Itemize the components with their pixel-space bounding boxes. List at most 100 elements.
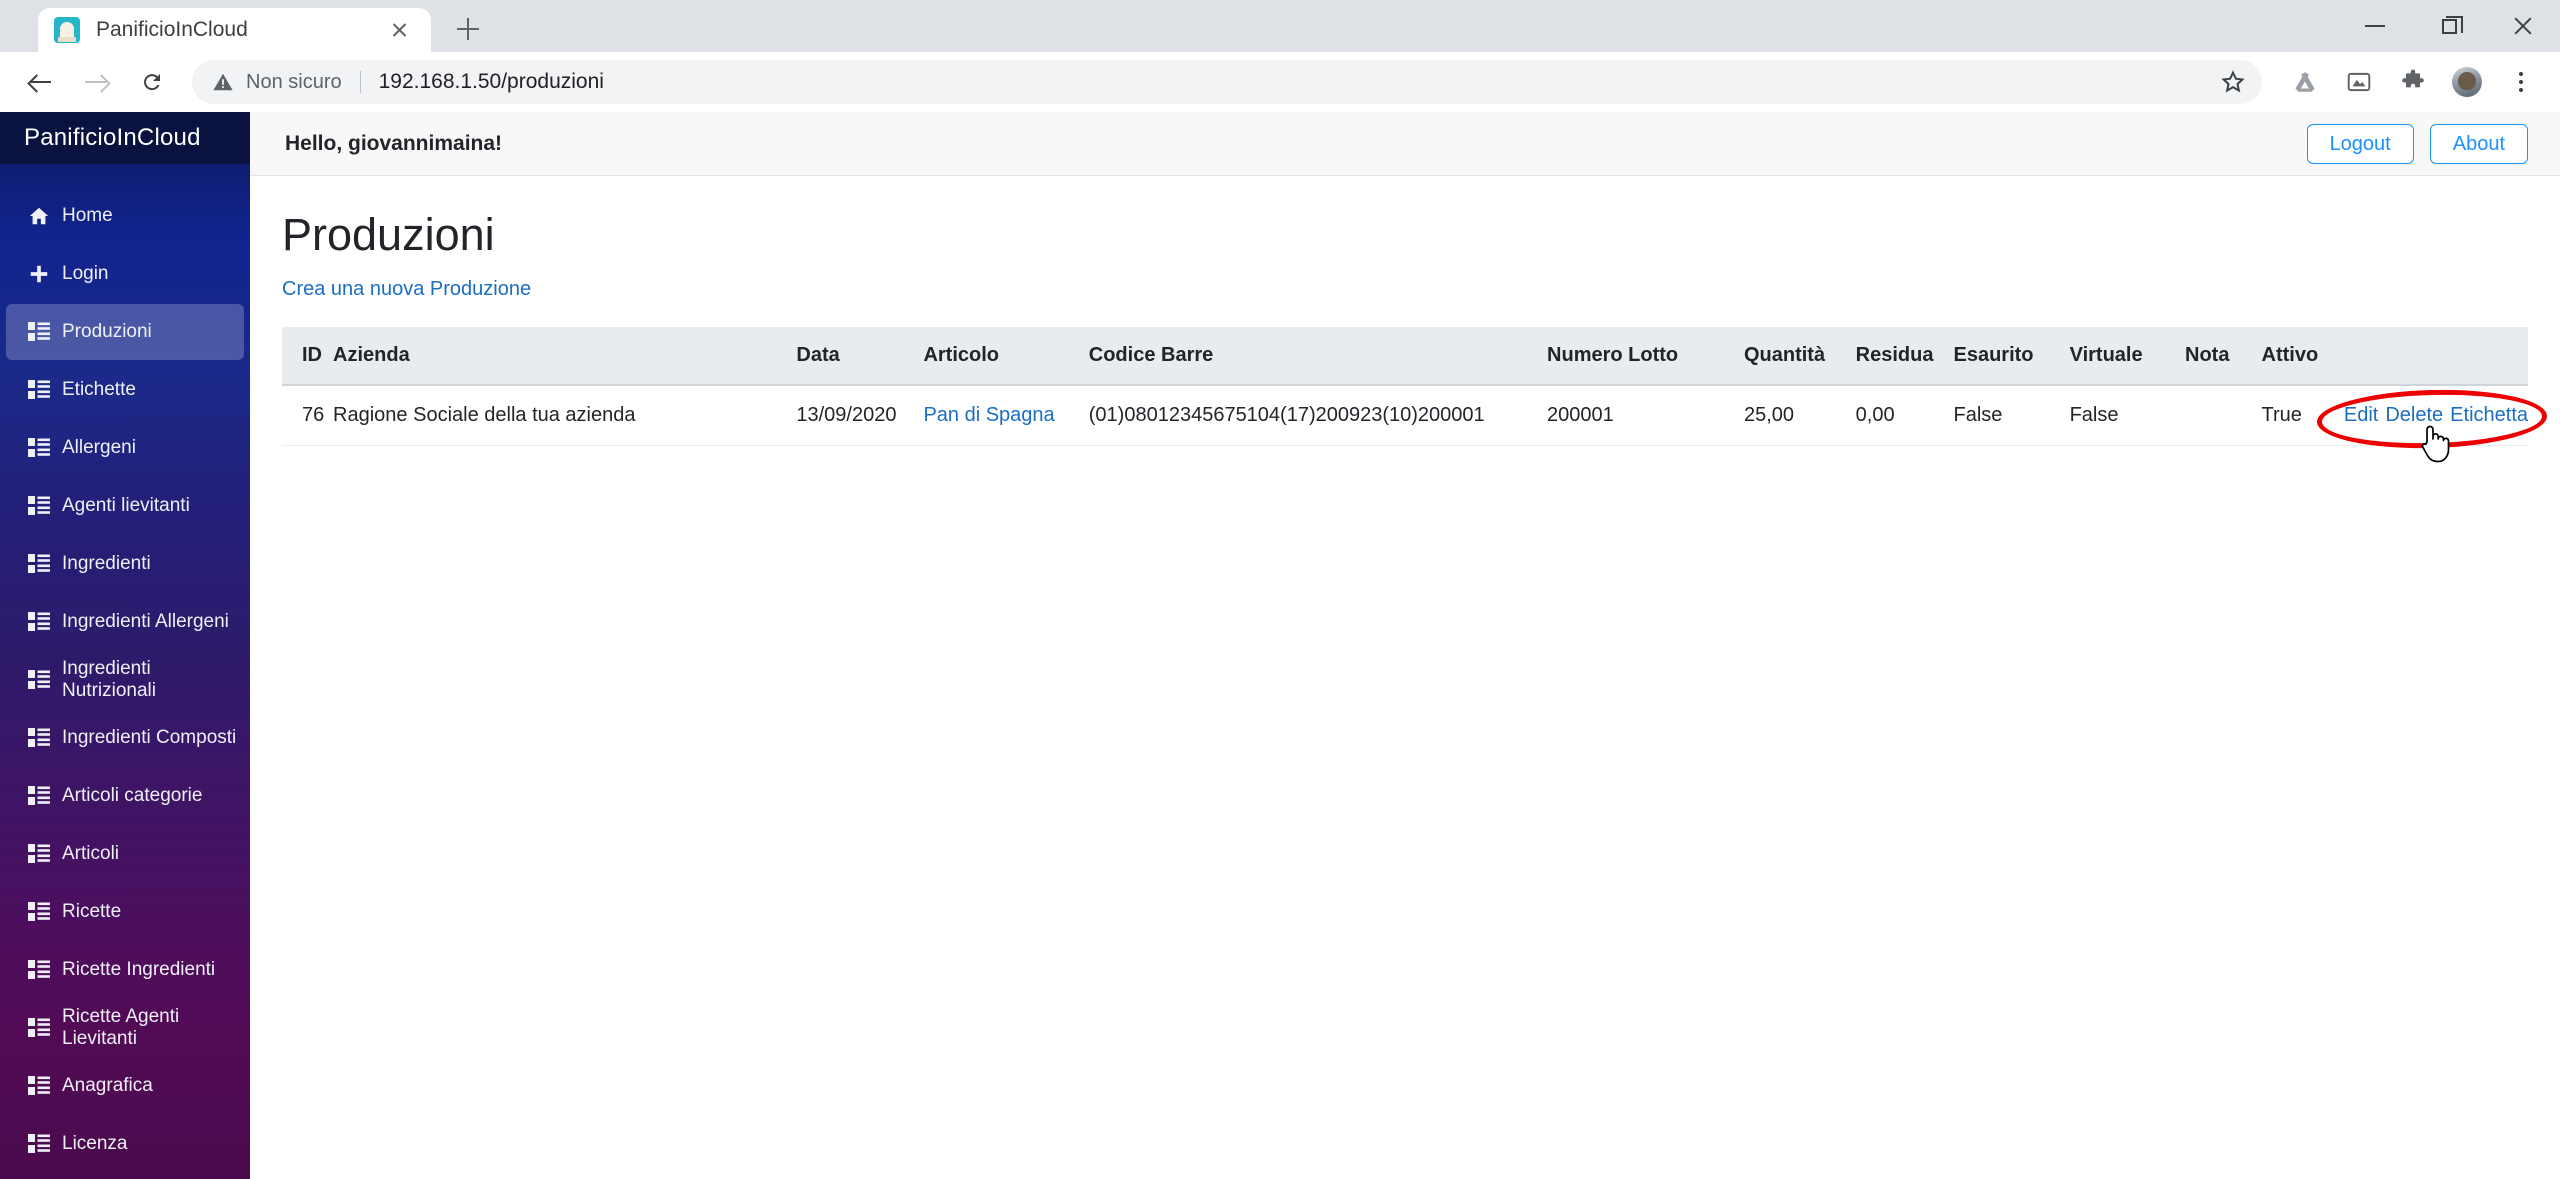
sidebar-item-allergeni[interactable]: Allergeni <box>6 420 244 476</box>
table-header: ID Azienda Data Articolo Codice Barre Numero … <box>282 326 2528 386</box>
list-icon <box>28 786 62 806</box>
list-icon <box>28 844 62 864</box>
column-header: Numero Lotto <box>1547 326 1744 386</box>
sidebar-item-licenza[interactable]: Licenza <box>6 1116 244 1172</box>
sidebar-item-articoli-categorie[interactable]: Articoli categorie <box>6 768 244 824</box>
sidebar-item-anagrafica[interactable]: Anagrafica <box>6 1058 244 1114</box>
sidebar-item-articoli[interactable]: Articoli <box>6 826 244 882</box>
extensions-puzzle-icon[interactable] <box>2388 57 2438 107</box>
list-icon <box>28 380 62 400</box>
column-header: ID <box>282 326 334 386</box>
list-icon <box>28 1018 62 1038</box>
cell-id: 76 <box>282 384 334 446</box>
cell-articolo: Pan di Spagna <box>923 384 1089 446</box>
sidebar-item-etichette[interactable]: Etichette <box>6 362 244 418</box>
cell-numero-lotto: 200001 <box>1547 384 1744 446</box>
list-icon <box>28 670 62 690</box>
content-area: Hello, giovannimaina! Logout About Produ… <box>250 112 2560 1179</box>
sidebar-item-ricette-agenti-lievitanti[interactable]: Ricette Agenti Lievitanti <box>6 1000 244 1056</box>
sidebar-item-ingredienti-nutrizionali[interactable]: Ingredienti Nutrizionali <box>6 652 244 708</box>
window-controls <box>2338 0 2560 52</box>
sidebar-item-ingredienti[interactable]: Ingredienti <box>6 536 244 592</box>
table-body: 76 Ragione Sociale della tua azienda 13/09… <box>282 384 2528 446</box>
logout-button[interactable]: Logout <box>2306 123 2414 164</box>
cell-codice-barre: (01)08012345675104(17)200923(10)200001 <box>1088 384 1548 446</box>
column-header: Codice Barre <box>1088 326 1548 386</box>
cell-virtuale: False <box>2069 384 2186 446</box>
toolbar-icon-group <box>2276 57 2546 107</box>
sidebar-item-agenti-lievitanti[interactable]: Agenti lievitanti <box>6 478 244 534</box>
sidebar-item-label: Home <box>62 205 113 226</box>
forward-button[interactable] <box>70 56 122 108</box>
profile-avatar[interactable] <box>2442 57 2492 107</box>
new-tab-button[interactable] <box>445 6 491 52</box>
chrome-menu-icon[interactable] <box>2496 57 2546 107</box>
topbar-actions: Logout About <box>2306 123 2528 164</box>
page-body: Produzioni Crea una nuova Produzione ID A… <box>250 176 2560 446</box>
list-icon <box>28 322 62 342</box>
column-header: Virtuale <box>2069 326 2186 386</box>
arrow-left-icon <box>29 71 51 93</box>
sidebar-item-ingredienti-composti[interactable]: Ingredienti Composti <box>6 710 244 766</box>
sidebar-item-amministrazione[interactable]: Amministrazione <box>6 1174 244 1179</box>
restore-button[interactable] <box>2412 0 2486 52</box>
list-icon <box>28 1076 62 1096</box>
column-header: Quantità <box>1743 326 1856 386</box>
articolo-link[interactable]: Pan di Spagna <box>923 404 1054 426</box>
google-drive-icon[interactable] <box>2280 57 2330 107</box>
omnibox-divider <box>359 71 361 93</box>
sidebar-item-label: Allergeni <box>62 437 136 458</box>
column-header: Articolo <box>923 326 1089 386</box>
sidebar-item-label: Etichette <box>62 379 136 400</box>
sidebar-item-label: Login <box>62 263 109 284</box>
app-brand[interactable]: PanificioInCloud <box>0 112 250 164</box>
sidebar-item-ricette-ingredienti[interactable]: Ricette Ingredienti <box>6 942 244 998</box>
sidebar-item-login[interactable]: Login <box>6 246 244 302</box>
list-icon <box>28 960 62 980</box>
sidebar-item-home[interactable]: Home <box>6 188 244 244</box>
sidebar-item-label: Ingredienti Composti <box>62 727 237 748</box>
security-label: Non sicuro <box>246 70 342 93</box>
chef-icon <box>54 17 80 43</box>
browser-tab[interactable]: PanificioInCloud <box>38 8 431 52</box>
sidebar-nav-list: Home Login Produzioni Etichette Allergeni Age… <box>0 164 250 1179</box>
page-title: Produzioni <box>282 209 495 260</box>
list-icon <box>28 902 62 922</box>
sidebar-item-label: Ricette Agenti Lievitanti <box>62 1006 180 1049</box>
column-header: Nota <box>2185 326 2262 386</box>
star-icon[interactable] <box>2218 67 2248 97</box>
cell-esaurito: False <box>1953 384 2070 446</box>
produzioni-table: ID Azienda Data Articolo Codice Barre Numero … <box>282 326 2528 446</box>
close-icon[interactable] <box>385 15 415 45</box>
cell-data: 13/09/2020 <box>796 384 924 446</box>
list-icon <box>28 612 62 632</box>
reload-icon <box>144 74 160 91</box>
page-viewport: PanificioInCloud Home Login Produzioni Etic… <box>0 112 2560 1179</box>
url-text: 192.168.1.50/produzioni <box>378 70 604 93</box>
etichetta-link[interactable]: Etichetta <box>2450 404 2528 426</box>
sidebar-item-ingredienti-allergeni[interactable]: Ingredienti Allergeni <box>6 594 244 650</box>
column-header <box>2343 326 2528 386</box>
address-bar[interactable]: Non sicuro 192.168.1.50/produzioni <box>192 60 2262 104</box>
sidebar-item-label: Articoli categorie <box>62 785 203 806</box>
delete-link[interactable]: Delete <box>2385 404 2443 426</box>
sidebar-item-produzioni[interactable]: Produzioni <box>6 304 244 360</box>
sidebar-item-label: Agenti lievitanti <box>62 495 190 516</box>
column-header: Azienda <box>333 326 797 386</box>
cell-actions: Edit Delete Etichetta <box>2343 384 2528 446</box>
sidebar-item-label: Ricette <box>62 901 122 922</box>
close-window-button[interactable] <box>2486 0 2560 52</box>
about-button[interactable]: About <box>2429 123 2528 164</box>
edit-link[interactable]: Edit <box>2344 404 2378 426</box>
column-header: Residua <box>1855 326 1954 386</box>
minimize-button[interactable] <box>2338 0 2412 52</box>
cell-nota <box>2185 384 2262 446</box>
sidebar-item-ricette[interactable]: Ricette <box>6 884 244 940</box>
cast-icon[interactable] <box>2334 57 2384 107</box>
reload-button[interactable] <box>126 56 178 108</box>
table-row: 76 Ragione Sociale della tua azienda 13/09… <box>282 384 2528 446</box>
tab-strip: PanificioInCloud <box>0 0 2560 52</box>
back-button[interactable] <box>14 56 66 108</box>
create-new-production-link[interactable]: Crea una nuova Produzione <box>282 278 531 301</box>
list-icon <box>28 728 62 748</box>
